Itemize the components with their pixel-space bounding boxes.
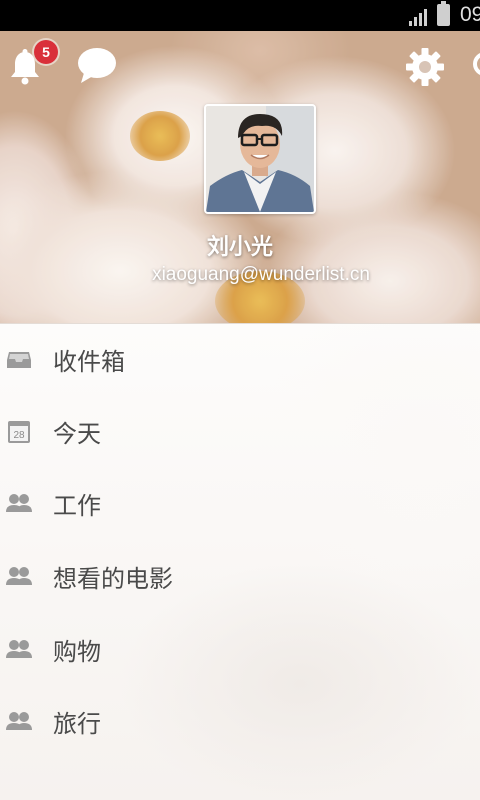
people-icon <box>6 567 32 585</box>
list-item-shopping[interactable]: 购物 <box>0 614 480 686</box>
list-item-work[interactable]: 工作 <box>0 468 480 540</box>
list-item-today[interactable]: 28 今天 <box>0 396 480 468</box>
calendar-day: 28 <box>13 430 25 441</box>
list-item-label: 旅行 <box>53 710 101 738</box>
people-icon <box>6 712 32 730</box>
list-item-label: 购物 <box>53 638 101 666</box>
notification-badge: 5 <box>34 40 58 64</box>
status-time: 09 <box>460 3 480 26</box>
chat-bubble-icon[interactable] <box>75 45 119 85</box>
list-item-travel[interactable]: 旅行 <box>0 686 480 758</box>
inbox-icon <box>7 352 31 368</box>
signal-icon <box>409 9 427 26</box>
user-name: 刘小光 <box>206 235 273 260</box>
list-menu: 收件箱 28 今天 工作 想看的电影 购物 旅行 <box>0 323 480 800</box>
people-icon <box>6 494 32 512</box>
gear-icon[interactable] <box>404 46 446 88</box>
list-item-label: 今天 <box>53 420 101 448</box>
avatar-photo <box>206 106 314 212</box>
calendar-icon: 28 <box>8 421 30 443</box>
status-bar: 09 <box>0 0 480 31</box>
people-icon <box>6 640 32 658</box>
list-item-label: 想看的电影 <box>53 565 173 593</box>
screen: 09 5 刘小光 xiaoguang@wunderlist.cn 收件箱 28 … <box>0 0 480 800</box>
list-item-label: 工作 <box>53 492 101 520</box>
battery-icon <box>437 1 450 26</box>
profile-header: 5 刘小光 xiaoguang@wunderlist.cn <box>0 31 480 323</box>
partial-icon[interactable] <box>472 51 480 77</box>
list-item-label: 收件箱 <box>53 348 125 376</box>
avatar[interactable] <box>204 104 316 214</box>
user-email: xiaoguang@wunderlist.cn <box>152 264 370 285</box>
list-item-movies[interactable]: 想看的电影 <box>0 541 480 613</box>
list-item-inbox[interactable]: 收件箱 <box>0 324 480 396</box>
